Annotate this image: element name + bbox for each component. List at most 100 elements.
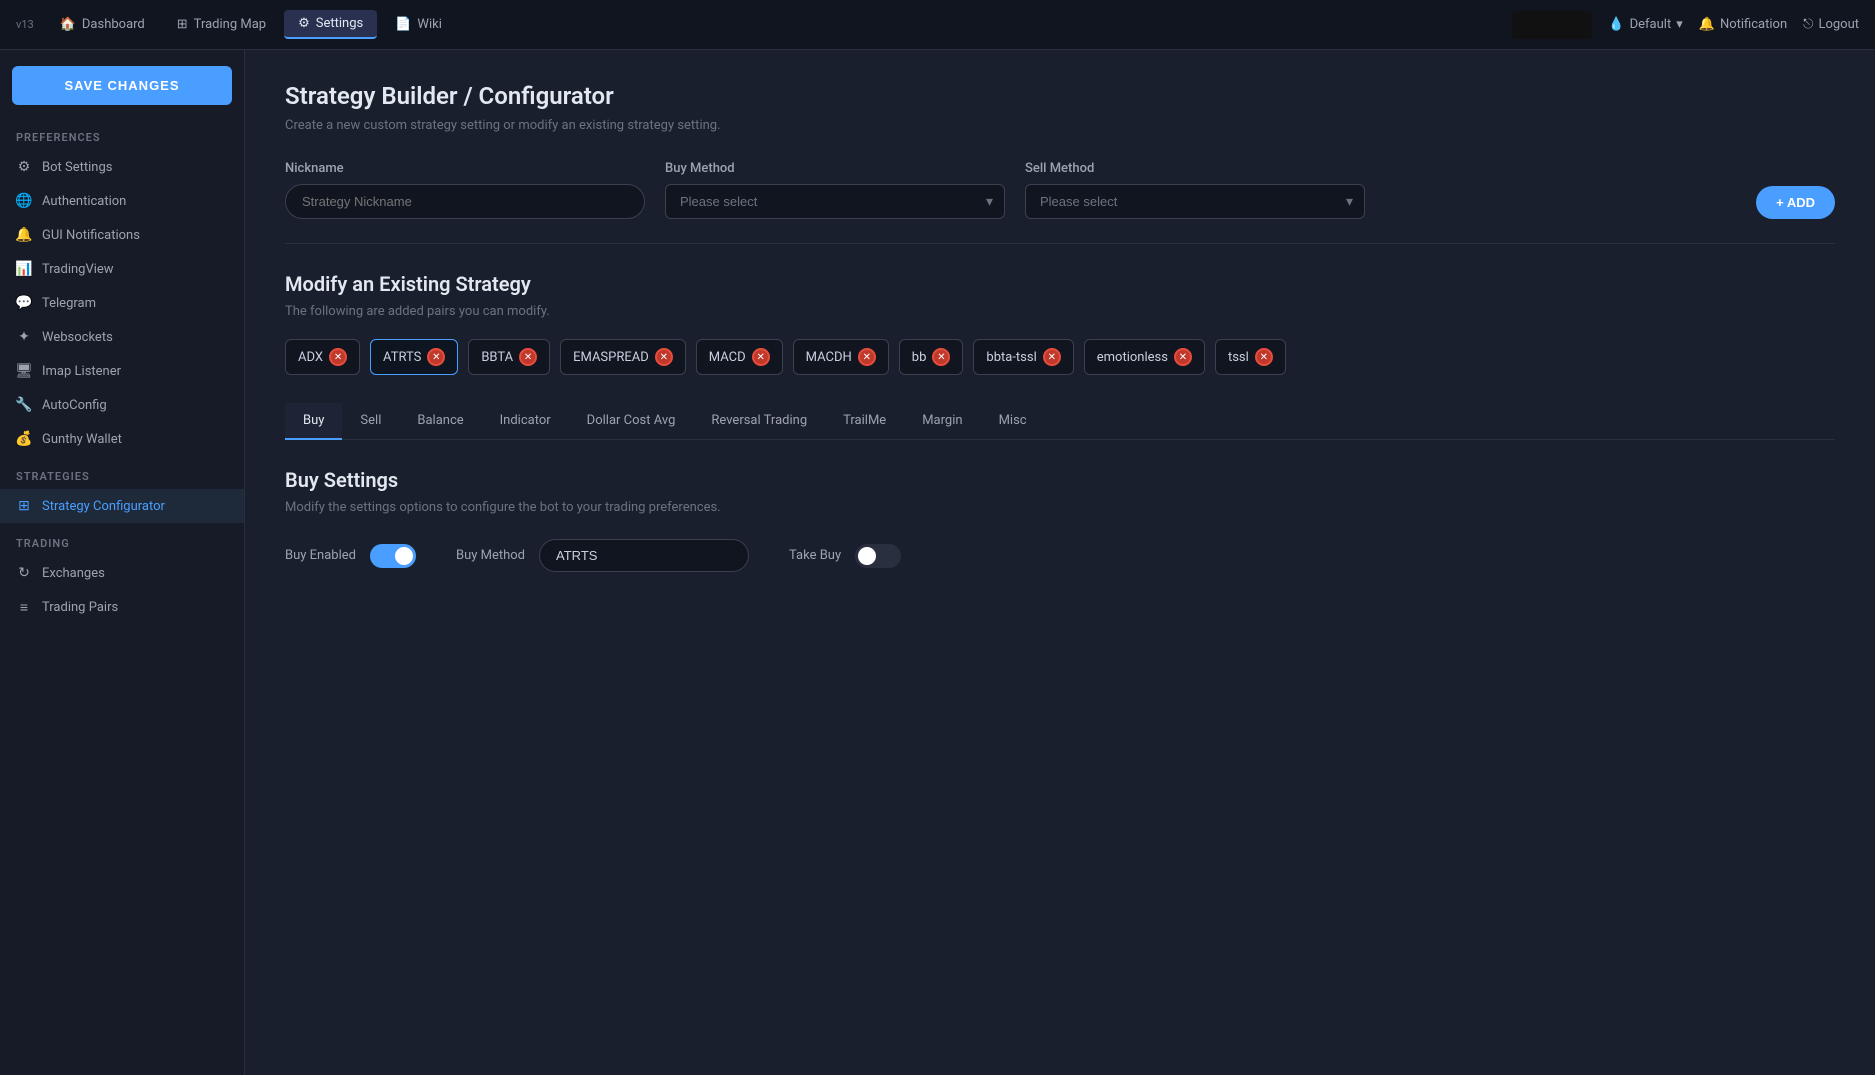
remove-macdh-button[interactable]: ✕ xyxy=(858,348,876,366)
buy-enabled-label: Buy Enabled xyxy=(285,548,356,563)
tab-indicator[interactable]: Indicator xyxy=(482,403,569,440)
chat-icon: 💬 xyxy=(16,295,32,311)
buy-method-value-input[interactable] xyxy=(539,539,749,572)
wiki-icon: 📄 xyxy=(395,17,411,32)
remove-adx-button[interactable]: ✕ xyxy=(329,348,347,366)
remove-macd-button[interactable]: ✕ xyxy=(752,348,770,366)
bell-icon: 🔔 xyxy=(1699,17,1715,32)
topnav-right: 💧 Default ▾ 🔔 Notification ⎋ Logout xyxy=(1512,11,1859,39)
buy-method-select[interactable]: Please select xyxy=(665,184,1005,219)
tab-balance[interactable]: Balance xyxy=(399,403,481,440)
pairs-icon: ≡ xyxy=(16,599,32,615)
nav-wiki[interactable]: 📄 Wiki xyxy=(381,11,456,38)
nav-notification[interactable]: 🔔 Notification xyxy=(1699,17,1787,32)
chart-icon: 📊 xyxy=(16,261,32,277)
save-changes-button[interactable]: SAVE CHANGES xyxy=(12,66,232,105)
buy-method-group: Buy Method Please select xyxy=(665,161,1005,219)
topnav: v13 🏠 Dashboard ⊞ Trading Map ⚙ Settings… xyxy=(0,0,1875,50)
buy-settings-title: Buy Settings xyxy=(285,468,1835,492)
sidebar-item-trading-pairs[interactable]: ≡ Trading Pairs xyxy=(0,590,244,624)
sidebar: SAVE CHANGES Preferences ⚙ Bot Settings … xyxy=(0,50,245,1075)
strategy-tag-emotionless[interactable]: emotionless ✕ xyxy=(1084,339,1205,375)
tab-reversal-trading[interactable]: Reversal Trading xyxy=(693,403,825,440)
sell-method-group: Sell Method Please select xyxy=(1025,161,1365,219)
sidebar-item-autoconfig[interactable]: 🔧 AutoConfig xyxy=(0,388,244,422)
tab-dollar-cost-avg[interactable]: Dollar Cost Avg xyxy=(569,403,694,440)
remove-emotionless-button[interactable]: ✕ xyxy=(1174,348,1192,366)
sell-method-select[interactable]: Please select xyxy=(1025,184,1365,219)
strategy-tag-macdh[interactable]: MACDH ✕ xyxy=(793,339,889,375)
nickname-group: Nickname xyxy=(285,161,645,219)
strategy-icon: ⊞ xyxy=(16,498,32,514)
buy-method-select-wrapper: Please select xyxy=(665,184,1005,219)
layout: SAVE CHANGES Preferences ⚙ Bot Settings … xyxy=(0,50,1875,1075)
strategy-tag-tssl[interactable]: tssl ✕ xyxy=(1215,339,1286,375)
sidebar-item-websockets[interactable]: ✦ Websockets xyxy=(0,320,244,354)
take-buy-toggle[interactable] xyxy=(855,544,901,568)
imap-icon: 🖥 xyxy=(16,363,32,379)
sidebar-item-exchanges[interactable]: ↻ Exchanges xyxy=(0,556,244,590)
tab-trailme[interactable]: TrailMe xyxy=(825,403,904,440)
exchange-icon: ↻ xyxy=(16,565,32,581)
remove-emaspread-button[interactable]: ✕ xyxy=(655,348,673,366)
remove-bb-button[interactable]: ✕ xyxy=(932,348,950,366)
tab-sell[interactable]: Sell xyxy=(342,403,399,440)
sidebar-item-bot-settings[interactable]: ⚙ Bot Settings xyxy=(0,150,244,184)
buy-method-field-label: Buy Method xyxy=(456,548,525,563)
sidebar-item-imap-listener[interactable]: 🖥 Imap Listener xyxy=(0,354,244,388)
sidebar-item-authentication[interactable]: 🌐 Authentication xyxy=(0,184,244,218)
sidebar-item-gui-notifications[interactable]: 🔔 GUI Notifications xyxy=(0,218,244,252)
nickname-input[interactable] xyxy=(285,184,645,219)
sidebar-section-strategies: Strategies ⊞ Strategy Configurator xyxy=(0,456,244,523)
logout-icon: ⎋ xyxy=(1803,17,1813,32)
strategy-tag-adx[interactable]: ADX ✕ xyxy=(285,339,360,375)
wallet-icon: 💰 xyxy=(16,431,32,447)
chevron-down-icon: ▾ xyxy=(1676,17,1683,32)
sidebar-item-strategy-configurator[interactable]: ⊞ Strategy Configurator xyxy=(0,489,244,523)
buy-enabled-setting: Buy Enabled xyxy=(285,544,416,568)
toggle-slider xyxy=(370,544,416,568)
nav-trading-map[interactable]: ⊞ Trading Map xyxy=(163,11,280,38)
remove-bbta-tssl-button[interactable]: ✕ xyxy=(1043,348,1061,366)
wrench-icon: 🔧 xyxy=(16,397,32,413)
tab-buy[interactable]: Buy xyxy=(285,403,342,440)
app-version: v13 xyxy=(16,18,34,31)
modify-section-subtitle: The following are added pairs you can mo… xyxy=(285,304,1835,319)
strategy-tag-bbta[interactable]: BBTA ✕ xyxy=(468,339,550,375)
nav-logout[interactable]: ⎋ Logout xyxy=(1803,17,1859,32)
sidebar-section-label-preferences: Preferences xyxy=(0,117,244,150)
take-buy-label: Take Buy xyxy=(789,548,841,563)
remove-bbta-button[interactable]: ✕ xyxy=(519,348,537,366)
nav-default[interactable]: 💧 Default ▾ xyxy=(1608,17,1682,32)
home-icon: 🏠 xyxy=(60,17,76,32)
tab-misc[interactable]: Misc xyxy=(981,403,1045,440)
take-buy-setting: Take Buy xyxy=(789,544,901,568)
buy-method-setting: Buy Method xyxy=(456,539,749,572)
main-content: Strategy Builder / Configurator Create a… xyxy=(245,50,1875,1075)
strategy-builder-form: Nickname Buy Method Please select Sell M… xyxy=(285,161,1835,219)
sidebar-item-telegram[interactable]: 💬 Telegram xyxy=(0,286,244,320)
remove-tssl-button[interactable]: ✕ xyxy=(1255,348,1273,366)
sell-method-label: Sell Method xyxy=(1025,161,1365,176)
nav-settings[interactable]: ⚙ Settings xyxy=(284,10,377,39)
buy-settings-row: Buy Enabled Buy Method Take Buy xyxy=(285,539,1835,572)
websocket-icon: ✦ xyxy=(16,329,32,345)
sidebar-section-preferences: Preferences ⚙ Bot Settings 🌐 Authenticat… xyxy=(0,117,244,456)
strategy-tags-container: ADX ✕ ATRTS ✕ BBTA ✕ EMASPREAD ✕ MACD ✕ xyxy=(285,339,1835,375)
droplet-icon: 💧 xyxy=(1608,17,1624,32)
sidebar-section-trading: Trading ↻ Exchanges ≡ Trading Pairs xyxy=(0,523,244,624)
strategy-tag-bbta-tssl[interactable]: bbta-tssl ✕ xyxy=(973,339,1073,375)
modify-section-title: Modify an Existing Strategy xyxy=(285,272,1835,296)
strategy-tag-atrts[interactable]: ATRTS ✕ xyxy=(370,339,458,375)
sidebar-item-gunthy-wallet[interactable]: 💰 Gunthy Wallet xyxy=(0,422,244,456)
strategy-tag-emaspread[interactable]: EMASPREAD ✕ xyxy=(560,339,686,375)
nav-dashboard[interactable]: 🏠 Dashboard xyxy=(46,11,159,38)
strategy-tag-bb[interactable]: bb ✕ xyxy=(899,339,964,375)
remove-atrts-button[interactable]: ✕ xyxy=(427,348,445,366)
tab-margin[interactable]: Margin xyxy=(904,403,980,440)
buy-enabled-toggle[interactable] xyxy=(370,544,416,568)
strategy-tag-macd[interactable]: MACD ✕ xyxy=(696,339,783,375)
sidebar-item-tradingview[interactable]: 📊 TradingView xyxy=(0,252,244,286)
strategy-tabs: Buy Sell Balance Indicator Dollar Cost A… xyxy=(285,403,1835,440)
add-button[interactable]: + ADD xyxy=(1756,186,1835,219)
